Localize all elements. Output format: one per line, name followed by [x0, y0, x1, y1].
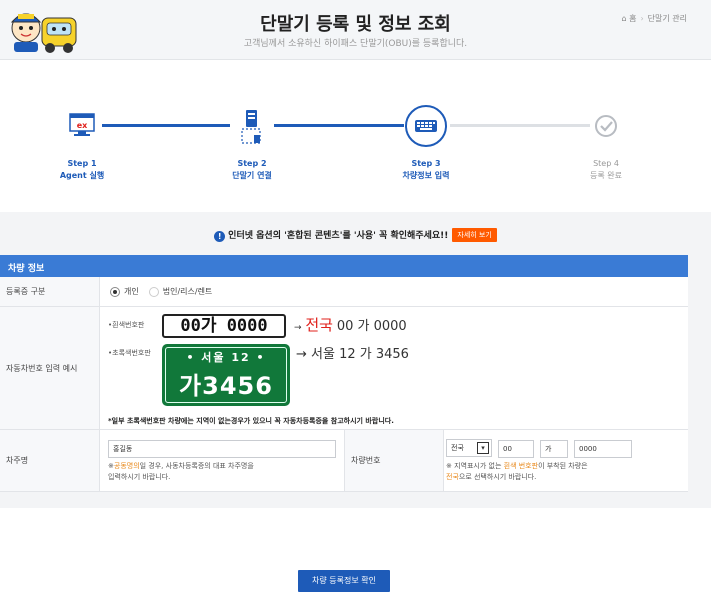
step-3: Step 3 차량정보 입력: [386, 100, 466, 182]
check-circle-icon: [584, 104, 628, 148]
step-2: Step 2 단말기 연결: [212, 100, 292, 182]
plate-example-note: *일부 초록색번호판 차량에는 지역이 없는경우가 있으니 꼭 자동차등록증을 …: [108, 417, 394, 425]
white-plate-caption: •흰색번호판: [108, 321, 145, 329]
step-progress: ex Step 1 Agent 실행 Step 2 단말기 연결 Step 3 …: [0, 100, 711, 190]
home-icon[interactable]: ⌂: [621, 14, 626, 23]
reg-type-row: 등록증 구분 개인 법인/리스/렌트: [0, 277, 688, 307]
mixed-content-notice: ! 인터넷 옵션의 '혼합된 콘텐츠'를 '사용' 꼭 확인해주세요!! 자세히 보…: [0, 228, 711, 242]
breadcrumb-current[interactable]: 단말기 관리: [648, 14, 687, 23]
step-4: Step 4 등록 완료: [566, 100, 646, 182]
plate-number-label: 차량번호: [344, 430, 444, 491]
page-title: 단말기 등록 및 정보 조회: [260, 14, 451, 35]
page-subtitle: 고객님께서 소유하신 하이패스 단말기(OBU)를 등록합니다.: [243, 39, 468, 49]
green-plate-result: → 서울 12 가 3456: [296, 347, 409, 362]
breadcrumb-separator: ›: [640, 14, 644, 23]
more-details-button[interactable]: 자세히 보기: [452, 228, 497, 242]
plate-number-first-input[interactable]: [498, 440, 534, 458]
device-connect-icon: [230, 104, 274, 148]
green-plate-caption: •초록색번호판: [108, 349, 151, 357]
ex-monitor-icon: ex: [60, 104, 104, 148]
green-plate-image: • 서울 12 • 가3456: [162, 344, 290, 406]
keyboard-icon: [404, 104, 448, 148]
plate-example-label: 자동차번호 입력 예시: [0, 307, 100, 429]
chevron-down-icon[interactable]: ▾: [477, 442, 489, 454]
owner-hint: ※공동명의일 경우, 사동차등록증의 대표 차주명을 입력하시기 바랍니다.: [108, 462, 254, 481]
step-1-label: Step 1 Agent 실행: [59, 159, 105, 180]
breadcrumb-home[interactable]: 홈: [629, 14, 636, 23]
radio-checked-icon[interactable]: [110, 286, 120, 297]
step-4-label: Step 4 등록 완료: [590, 159, 622, 180]
green-plate-line2: 가3456: [179, 372, 273, 400]
plate-hint: ※ 지역표시가 없는 흰색 번호판이 부착된 차량은 전국으로 선택하시기 바랍니…: [446, 462, 588, 481]
white-plate-image: 00가 0000: [162, 314, 286, 338]
confirm-vehicle-button[interactable]: 차량 등록정보 확인: [298, 570, 390, 592]
step-3-label: Step 3 차량정보 입력: [402, 159, 450, 180]
info-icon: !: [214, 231, 226, 242]
step-connector: [274, 124, 404, 127]
plate-number-last-input[interactable]: [574, 440, 632, 458]
step-2-label: Step 2 단말기 연결: [232, 159, 272, 180]
reg-type-label: 등록증 구분: [0, 277, 100, 306]
owner-label: 차주명: [0, 430, 100, 491]
radio-corporate[interactable]: 법인/리스/렌트: [148, 286, 212, 297]
vehicle-form: 등록증 구분 개인 법인/리스/렌트 자동차번호 입력 예시 차주명 차량번호: [0, 277, 688, 492]
green-plate-line1: • 서울 12 •: [186, 351, 266, 364]
radio-unchecked-icon[interactable]: [148, 286, 159, 297]
breadcrumb: ⌂ 홈 › 단말기 관리: [621, 13, 687, 24]
step-1: ex Step 1 Agent 실행: [42, 100, 122, 182]
notice-text: 인터넷 옵션의 '혼합된 콘텐츠'를 '사용' 꼭 확인해주세요!!: [228, 231, 449, 241]
reg-type-radio-group: 개인 법인/리스/렌트: [110, 286, 222, 297]
region-select[interactable]: 전국 ▾: [446, 439, 492, 457]
svg-text:ex: ex: [77, 121, 88, 130]
page-header: 단말기 등록 및 정보 조회 고객님께서 소유하신 하이패스 단말기(OBU)를…: [0, 0, 711, 60]
radio-individual[interactable]: 개인: [110, 286, 139, 297]
owner-name-input[interactable]: [108, 440, 336, 458]
white-plate-result: → 전국 00 가 0000: [294, 316, 407, 334]
section-title: 차량 정보: [0, 255, 688, 277]
plate-hangul-input[interactable]: [540, 440, 568, 458]
